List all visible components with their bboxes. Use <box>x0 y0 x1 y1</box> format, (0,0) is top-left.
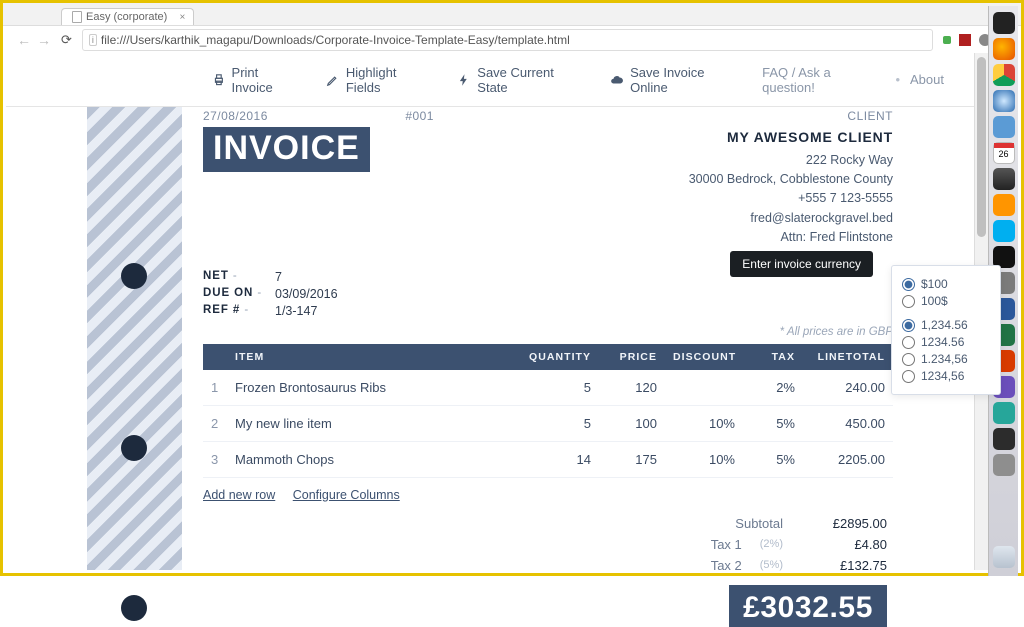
reload-icon[interactable]: ⟳ <box>61 32 72 48</box>
file-origin-icon: i <box>89 34 97 46</box>
price-note[interactable]: * All prices are in GBP <box>203 326 893 338</box>
client-heading: CLIENT <box>847 109 893 123</box>
client-name: MY AWESOME CLIENT <box>689 127 893 149</box>
forward-icon[interactable]: → <box>37 32 51 48</box>
binding-ring-icon <box>121 595 147 621</box>
client-email: fred@slaterockgravel.bed <box>689 209 893 228</box>
net-label: NET <box>203 270 265 284</box>
tax1-value: £4.80 <box>801 537 887 552</box>
currency-option[interactable]: 100$ <box>902 294 990 308</box>
app-icon[interactable] <box>993 116 1015 138</box>
table-row[interactable]: 1 Frozen Brontosaurus Ribs 5 120 2% 240.… <box>203 370 893 406</box>
table-row[interactable]: 3 Mammoth Chops 14 175 10% 5% 2205.00 <box>203 441 893 477</box>
add-row-link[interactable]: Add new row <box>203 488 275 502</box>
highlight-fields-button[interactable]: Highlight Fields <box>316 61 443 99</box>
page-favicon <box>72 11 82 23</box>
print-invoice-button[interactable]: Print Invoice <box>202 61 312 99</box>
table-header-row: ITEM QUANTITY PRICE DISCOUNT TAX LINETOT… <box>203 344 893 370</box>
back-icon[interactable]: ← <box>17 32 31 48</box>
totals-block: Subtotal £2895.00 Tax 1 (2%) £4.80 Tax 2… <box>203 516 893 627</box>
browser-chrome: Easy (corporate) × ← → ⟳ i file:///Users… <box>3 3 1021 53</box>
close-tab-icon[interactable]: × <box>179 12 185 23</box>
client-block[interactable]: MY AWESOME CLIENT 222 Rocky Way 30000 Be… <box>689 127 893 248</box>
cloud-icon <box>610 73 624 87</box>
app-icon[interactable] <box>993 428 1015 450</box>
app-icon[interactable] <box>993 194 1015 216</box>
action-toolbar: Print Invoice Highlight Fields Save Curr… <box>6 53 974 107</box>
format-option[interactable]: 1234.56 <box>902 335 990 349</box>
currency-tooltip: Enter invoice currency <box>730 251 873 277</box>
due-label: DUE ON <box>203 287 265 301</box>
extension-icon[interactable] <box>959 34 971 46</box>
col-item: ITEM <box>227 344 521 370</box>
table-row[interactable]: 2 My new line item 5 100 10% 5% 450.00 <box>203 405 893 441</box>
client-city: 30000 Bedrock, Cobblestone County <box>689 170 893 189</box>
currency-popover: $100 100$ 1,234.56 1234.56 1.234,56 1234… <box>891 265 1001 395</box>
col-quantity: QUANTITY <box>521 344 599 370</box>
format-option[interactable]: 1234,56 <box>902 369 990 383</box>
save-state-button[interactable]: Save Current State <box>447 61 596 99</box>
skype-icon[interactable] <box>993 220 1015 242</box>
app-icon[interactable] <box>993 402 1015 424</box>
grand-total: £3032.55 <box>729 585 887 627</box>
invoice-date[interactable]: 27/08/2016 <box>203 109 268 123</box>
format-option[interactable]: 1.234,56 <box>902 352 990 366</box>
col-price: PRICE <box>599 344 665 370</box>
client-phone: +555 7 123-5555 <box>689 189 893 208</box>
save-online-button[interactable]: Save Invoice Online <box>600 61 754 99</box>
subtotal-value: £2895.00 <box>801 516 887 531</box>
camera-icon[interactable] <box>993 168 1015 190</box>
safari-icon[interactable] <box>993 90 1015 112</box>
print-icon <box>212 73 226 87</box>
binding-strip <box>87 107 182 570</box>
address-bar[interactable]: i file:///Users/karthik_magapu/Downloads… <box>82 29 933 51</box>
due-value[interactable]: 03/09/2016 <box>275 287 338 301</box>
faq-link[interactable]: FAQ / Ask a question! <box>762 65 885 95</box>
finder-icon[interactable] <box>993 12 1015 34</box>
pencil-icon <box>326 73 340 87</box>
configure-columns-link[interactable]: Configure Columns <box>293 488 400 502</box>
tax2-pct: (5%) <box>760 559 783 571</box>
ref-value[interactable]: 1/3-147 <box>275 304 317 318</box>
col-linetotal: LINETOTAL <box>803 344 893 370</box>
binding-ring-icon <box>121 263 147 289</box>
address-url: file:///Users/karthik_magapu/Downloads/C… <box>101 33 570 47</box>
col-discount: DISCOUNT <box>665 344 743 370</box>
about-link[interactable]: About <box>910 72 944 87</box>
tax2-value: £132.75 <box>801 558 887 573</box>
tax2-label[interactable]: Tax 2 <box>711 558 742 573</box>
browser-tab[interactable]: Easy (corporate) × <box>61 8 194 25</box>
invoice-number[interactable]: #001 <box>405 109 434 123</box>
ref-label: REF # <box>203 304 265 318</box>
bolt-icon <box>457 73 471 87</box>
format-option[interactable]: 1,234.56 <box>902 318 990 332</box>
client-attn: Attn: Fred Flintstone <box>689 228 893 247</box>
net-value[interactable]: 7 <box>275 270 282 284</box>
firefox-icon[interactable] <box>993 38 1015 60</box>
invoice-logo: INVOICE <box>203 127 370 172</box>
client-street: 222 Rocky Way <box>689 151 893 170</box>
chrome-icon[interactable] <box>993 64 1015 86</box>
app-icon[interactable] <box>993 454 1015 476</box>
trash-icon[interactable] <box>993 546 1015 568</box>
col-tax: TAX <box>743 344 803 370</box>
line-items-table: ITEM QUANTITY PRICE DISCOUNT TAX LINETOT… <box>203 344 893 478</box>
currency-option[interactable]: $100 <box>902 277 990 291</box>
tax1-pct: (2%) <box>760 538 783 550</box>
tab-title: Easy (corporate) <box>86 11 167 23</box>
calendar-icon[interactable]: 26 <box>993 142 1015 164</box>
tax1-label[interactable]: Tax 1 <box>711 537 742 552</box>
binding-ring-icon <box>121 435 147 461</box>
subtotal-label: Subtotal <box>735 516 783 531</box>
extension-icon[interactable] <box>943 36 951 44</box>
